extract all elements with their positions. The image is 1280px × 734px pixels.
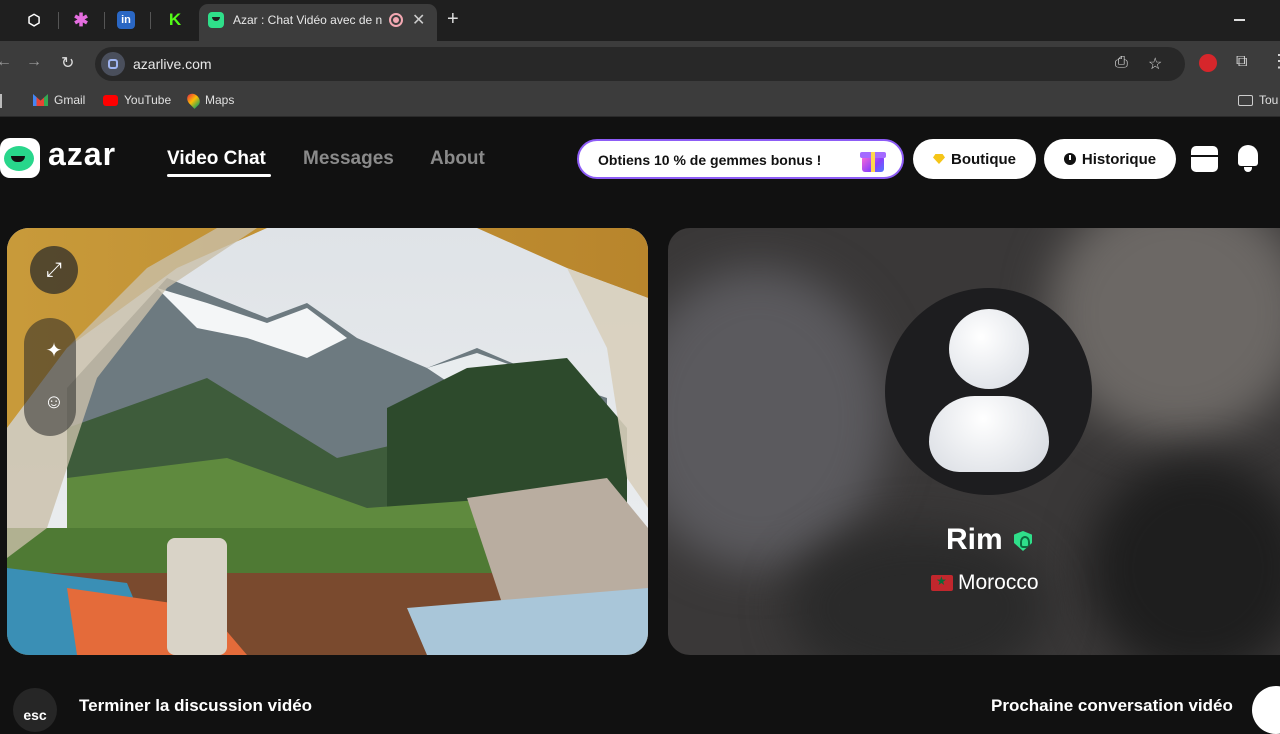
bookmark-youtube[interactable]: YouTube [103,93,171,107]
remote-video-view: Rim Morocco [668,228,1280,655]
tab-separator [58,12,59,29]
promo-label: Obtiens 10 % de gemmes bonus ! [598,152,822,168]
tent-mountain-scene [7,228,648,655]
youtube-icon [103,94,118,106]
extensions-puzzle-icon[interactable]: ⧉ [1236,53,1247,71]
forward-icon[interactable]: → [26,53,42,71]
history-label: Historique [1081,150,1157,168]
morocco-flag-icon [931,574,953,591]
bookmark-label: Gmail [54,93,86,107]
nav-messages[interactable]: Messages [303,148,394,170]
bookmark-folder[interactable]: Tou [1238,93,1278,107]
bookmarks-bar: Gmail YouTube Maps Tou [0,86,1280,117]
remote-user-country: Morocco [958,571,1039,594]
azar-app: azar Video Chat Messages About Obtiens 1… [0,118,1280,734]
fullscreen-icon[interactable]: ⤢ [30,246,78,294]
linkedin-icon[interactable]: in [117,11,135,29]
tab-title: Azar : Chat Vidéo avec de n [233,13,383,27]
esc-key-button[interactable]: esc [13,688,57,732]
slack-icon[interactable]: ✱ [70,9,92,31]
history-button[interactable]: Historique [1044,139,1176,179]
blur-shape [668,268,888,568]
user-avatar [885,288,1092,495]
back-icon[interactable]: ← [0,53,12,71]
bookmark-folder-label: Tou [1259,93,1279,107]
nav-video-chat[interactable]: Video Chat [167,148,266,170]
nav-about[interactable]: About [430,148,485,170]
gmail-icon [33,94,48,106]
next-chat-button[interactable] [1252,686,1280,734]
recording-icon [389,13,403,27]
new-tab-button[interactable]: + [447,8,459,31]
menu-icon[interactable]: ⋮ [1270,51,1280,72]
gem-icon [933,154,945,164]
extension-icon[interactable] [1199,54,1217,72]
github-icon[interactable]: ⬡ [23,9,45,31]
inbox-icon[interactable] [1191,146,1218,172]
kick-icon[interactable]: K [164,9,186,31]
local-camera-view: ⤢ ✦ ☺ [7,228,648,655]
bookmark-star-icon[interactable]: ☆ [1148,54,1162,74]
avatar-body [929,396,1049,472]
face-filter-icon[interactable]: ☺ [30,378,78,426]
nav-active-indicator [167,174,271,177]
browser-tab-bar: ⬡ ✱ in K Azar : Chat Vidéo avec de n ✕ + [0,0,1280,41]
blur-shape [1088,458,1280,655]
browser-toolbar: ← → ↻ azarlive.com ⎙ ☆ ⧉ ⋮ [0,41,1280,86]
folder-icon [1238,94,1253,106]
bookmark-maps[interactable]: Maps [184,91,235,109]
avatar-head [949,309,1029,389]
tab-separator [150,12,151,29]
minimize-button[interactable] [1234,19,1245,21]
shop-button[interactable]: Boutique [913,139,1036,179]
site-info-icon[interactable] [101,52,125,76]
maps-icon [184,91,203,109]
gift-icon [859,146,887,174]
bookmark-gmail[interactable]: Gmail [33,93,85,107]
address-bar[interactable]: azarlive.com ⎙ ☆ [95,47,1185,81]
tab-azar[interactable]: Azar : Chat Vidéo avec de n ✕ [199,4,437,41]
next-video-chat-label[interactable]: Prochaine conversation vidéo [991,696,1233,716]
logo-text[interactable]: azar [48,136,116,173]
apps-icon[interactable] [0,94,2,108]
magic-wand-icon[interactable]: ✦ [30,326,78,374]
gem-bonus-promo-button[interactable]: Obtiens 10 % de gemmes bonus ! [577,139,904,179]
tab-separator [104,12,105,29]
bookmark-label: Maps [205,93,235,107]
url-text: azarlive.com [133,56,212,72]
end-video-chat-label[interactable]: Terminer la discussion vidéo [79,696,312,716]
remote-user-name: Rim [946,523,1003,556]
azar-icon [208,12,224,28]
reload-icon[interactable]: ↻ [61,53,74,73]
close-icon[interactable]: ✕ [412,10,425,30]
azar-logo-icon[interactable] [0,138,40,178]
clock-icon [1063,153,1076,165]
bell-icon[interactable] [1237,145,1259,173]
install-app-icon[interactable]: ⎙ [1115,54,1128,72]
verified-badge-icon [1014,531,1032,551]
shop-label: Boutique [951,150,1016,168]
bookmark-label: YouTube [124,93,172,107]
